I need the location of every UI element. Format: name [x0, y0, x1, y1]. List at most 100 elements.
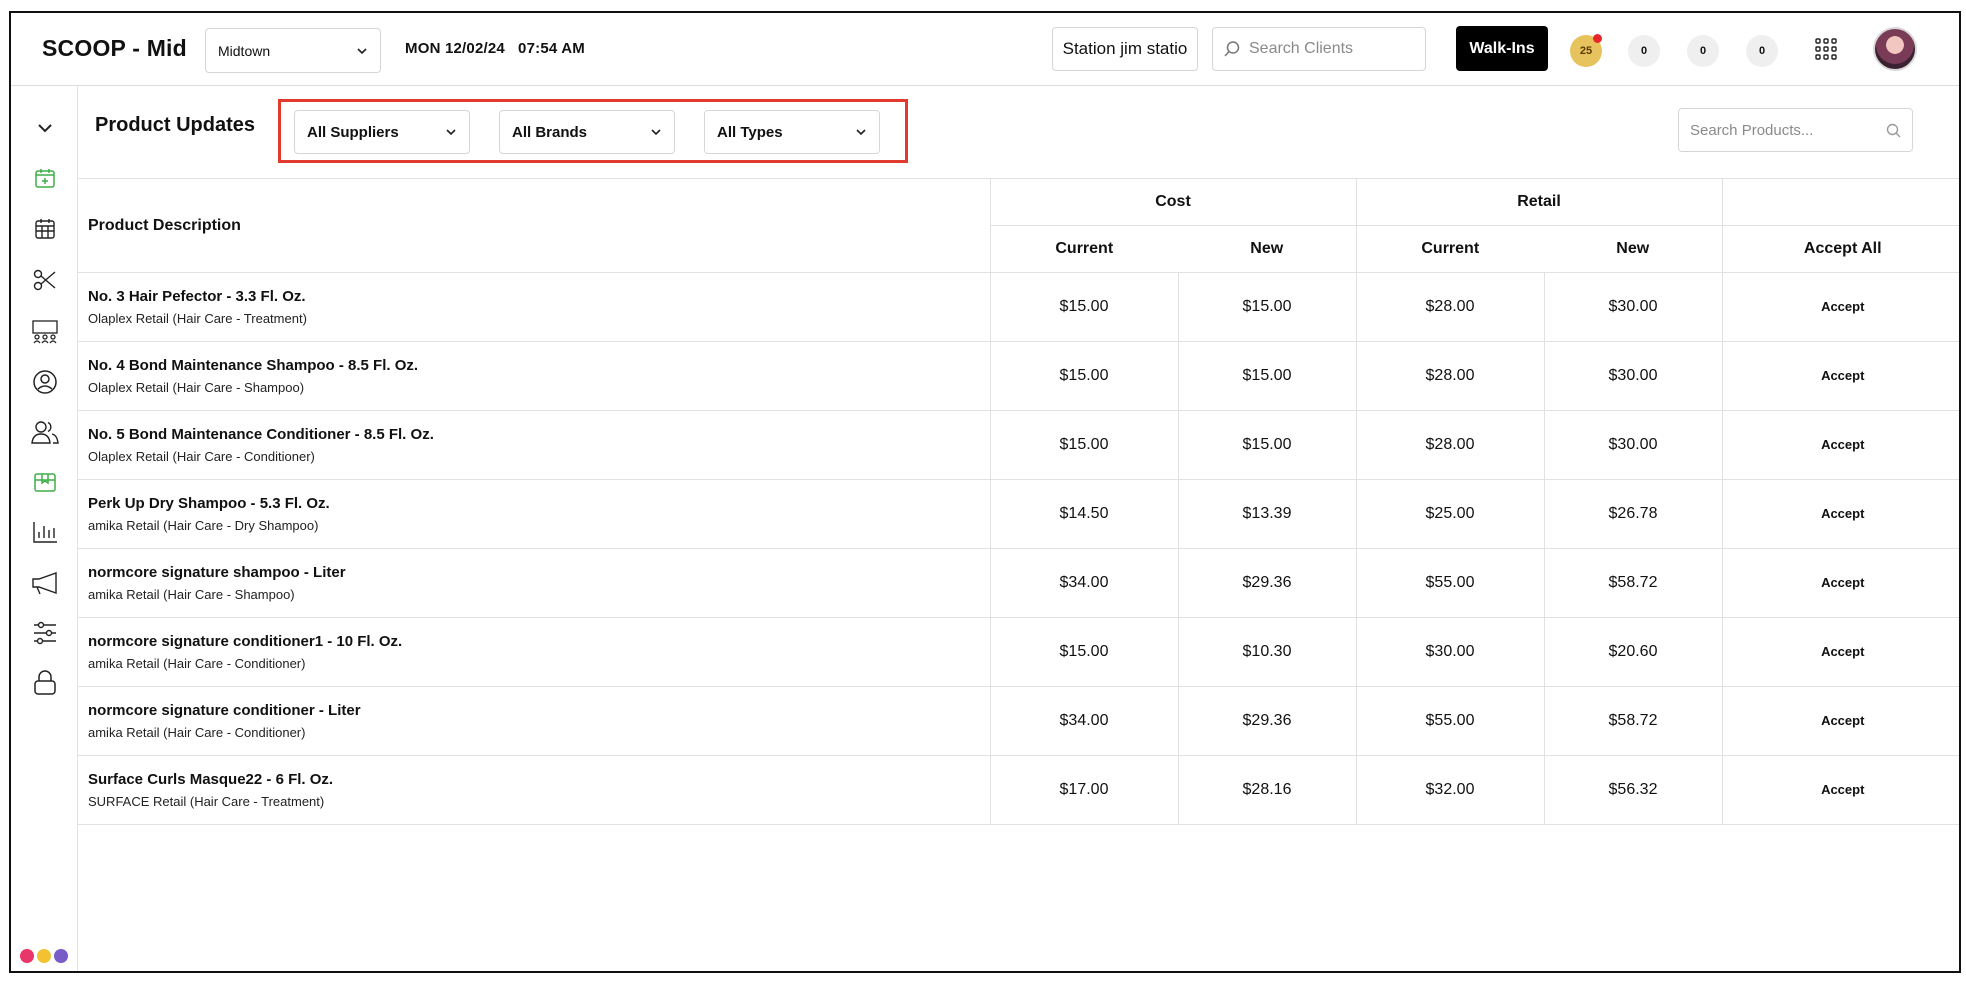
accept-button[interactable]: Accept	[1821, 782, 1864, 797]
retail-new-cell: $58.72	[1543, 548, 1722, 618]
supplier-filter-value: All Suppliers	[307, 123, 399, 141]
accept-all-button[interactable]: Accept All	[1721, 225, 1959, 273]
cost-new-cell: $15.00	[1177, 341, 1356, 411]
product-description-cell: No. 3 Hair Pefector - 3.3 Fl. Oz. Olaplex…	[78, 272, 990, 342]
accept-cell: Accept	[1721, 341, 1959, 411]
lock-icon[interactable]	[31, 669, 59, 697]
accept-button[interactable]: Accept	[1821, 368, 1864, 383]
product-description-header: Product Description	[78, 178, 990, 273]
product-category: Olaplex Retail (Hair Care - Conditioner)	[88, 449, 315, 464]
retail-new-header: New	[1544, 225, 1722, 273]
accept-button[interactable]: Accept	[1821, 644, 1864, 659]
dot-yellow	[37, 949, 51, 963]
product-description-cell: Perk Up Dry Shampoo - 5.3 Fl. Oz. amika R…	[78, 479, 990, 549]
notification-count: 25	[1579, 45, 1593, 57]
cost-new-cell: $29.36	[1177, 686, 1356, 756]
search-icon	[1224, 41, 1240, 57]
station-button[interactable]: Station jim statio	[1052, 27, 1198, 71]
table-row: Perk Up Dry Shampoo - 5.3 Fl. Oz. amika R…	[78, 479, 1959, 549]
sliders-icon[interactable]	[31, 619, 59, 647]
supplier-filter[interactable]: All Suppliers	[294, 110, 470, 154]
retail-new-cell: $30.00	[1543, 341, 1722, 411]
retail-current-cell: $55.00	[1355, 686, 1544, 756]
count-badge-value: 0	[1699, 45, 1707, 57]
count-badge[interactable]: 0	[1687, 35, 1719, 67]
retail-current-cell: $32.00	[1355, 755, 1544, 825]
cost-new-cell: $10.30	[1177, 617, 1356, 687]
product-category: SURFACE Retail (Hair Care - Treatment)	[88, 794, 325, 809]
accept-cell: Accept	[1721, 272, 1959, 342]
product-name: normcore signature conditioner - Liter	[88, 702, 361, 719]
retail-current-cell: $28.00	[1355, 410, 1544, 480]
accept-button[interactable]: Accept	[1821, 713, 1864, 728]
product-updates-table: Product Description Cost Retail Current …	[78, 178, 1959, 825]
chevron-down-icon	[856, 129, 866, 136]
product-search-input[interactable]	[1690, 121, 1870, 139]
retail-current-cell: $55.00	[1355, 548, 1544, 618]
retail-new-cell: $20.60	[1543, 617, 1722, 687]
type-filter-value: All Types	[717, 123, 783, 141]
cost-new-cell: $28.16	[1177, 755, 1356, 825]
calendar-add-icon[interactable]	[31, 164, 59, 192]
product-search[interactable]	[1678, 108, 1913, 152]
apps-grid-icon[interactable]	[1814, 37, 1838, 61]
dot-purple	[54, 949, 68, 963]
product-name: No. 3 Hair Pefector - 3.3 Fl. Oz.	[88, 288, 306, 305]
classroom-icon[interactable]	[31, 318, 59, 346]
chevron-down-icon[interactable]	[31, 114, 59, 142]
count-badge[interactable]: 0	[1628, 35, 1660, 67]
chevron-down-icon	[446, 129, 456, 136]
product-name: No. 4 Bond Maintenance Shampoo - 8.5 Fl.…	[88, 357, 419, 374]
accept-button[interactable]: Accept	[1821, 299, 1864, 314]
accept-button[interactable]: Accept	[1821, 575, 1864, 590]
location-select[interactable]: Midtown	[205, 28, 381, 73]
cost-current-header: Current	[989, 225, 1178, 273]
client-search-input[interactable]	[1249, 40, 1409, 58]
product-description-cell: No. 4 Bond Maintenance Shampoo - 8.5 Fl.…	[78, 341, 990, 411]
cost-current-cell: $15.00	[989, 617, 1178, 687]
scissors-icon[interactable]	[31, 266, 59, 294]
calendar-grid-icon[interactable]	[31, 215, 59, 243]
count-badge-value: 0	[1758, 45, 1766, 57]
user-circle-icon[interactable]	[31, 368, 59, 396]
retail-current-cell: $28.00	[1355, 341, 1544, 411]
main-content: Product Updates All Suppliers All Brands…	[78, 86, 1959, 971]
brand-filter[interactable]: All Brands	[499, 110, 675, 154]
app-window: SCOOP - Mid Midtown MON 12/02/24 07:54 A…	[9, 11, 1961, 973]
cost-current-cell: $34.00	[989, 686, 1178, 756]
count-badge-value: 0	[1640, 45, 1648, 57]
status-dots	[20, 949, 68, 963]
product-name: Perk Up Dry Shampoo - 5.3 Fl. Oz.	[88, 495, 330, 512]
retail-new-cell: $30.00	[1543, 410, 1722, 480]
sidebar	[11, 86, 78, 971]
count-badge[interactable]: 0	[1746, 35, 1778, 67]
accept-cell: Accept	[1721, 617, 1959, 687]
product-category: amika Retail (Hair Care - Shampoo)	[88, 587, 295, 602]
notification-badge[interactable]: 25	[1570, 34, 1602, 67]
users-icon[interactable]	[31, 418, 59, 446]
cost-header: Cost	[989, 178, 1356, 226]
page-title: Product Updates	[95, 114, 256, 136]
cost-new-header: New	[1178, 225, 1356, 273]
walk-ins-button[interactable]: Walk-Ins	[1456, 26, 1548, 71]
box-icon[interactable]	[31, 468, 59, 496]
table-row: normcore signature conditioner - Liter am…	[78, 686, 1959, 756]
accept-cell: Accept	[1721, 479, 1959, 549]
cost-new-cell: $15.00	[1177, 272, 1356, 342]
product-name: normcore signature shampoo - Liter	[88, 564, 346, 581]
avatar[interactable]	[1873, 27, 1917, 71]
bar-chart-icon[interactable]	[31, 518, 59, 546]
product-description-cell: normcore signature shampoo - Liter amika …	[78, 548, 990, 618]
empty-header	[1721, 178, 1959, 226]
accept-cell: Accept	[1721, 686, 1959, 756]
accept-button[interactable]: Accept	[1821, 437, 1864, 452]
product-name: Surface Curls Masque22 - 6 Fl. Oz.	[88, 771, 334, 788]
type-filter[interactable]: All Types	[704, 110, 880, 154]
accept-button[interactable]: Accept	[1821, 506, 1864, 521]
client-search[interactable]	[1212, 27, 1426, 71]
megaphone-icon[interactable]	[31, 569, 59, 597]
chevron-down-icon	[357, 47, 367, 54]
retail-new-cell: $30.00	[1543, 272, 1722, 342]
retail-header: Retail	[1355, 178, 1722, 226]
alert-dot	[1593, 34, 1602, 43]
